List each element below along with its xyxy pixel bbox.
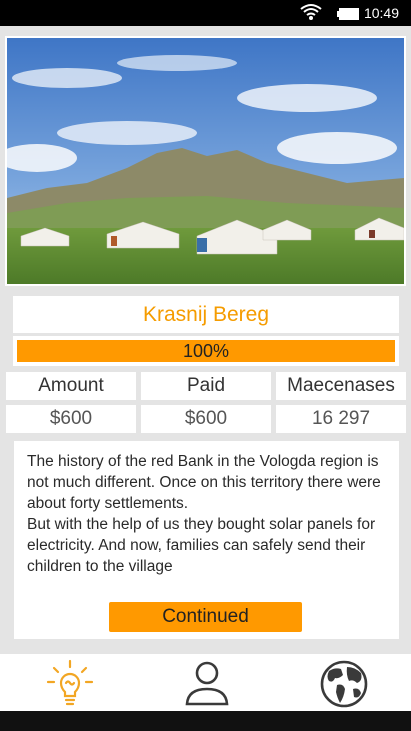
bottom-tab-bar bbox=[0, 654, 411, 711]
progress-track: 100% bbox=[17, 340, 395, 362]
description-card: The history of the red Bank in the Volog… bbox=[14, 441, 399, 639]
battery-icon bbox=[337, 7, 359, 25]
lightbulb-icon bbox=[46, 659, 94, 706]
project-title: Krasnij Bereg bbox=[13, 296, 399, 333]
status-bar: 10:49 bbox=[0, 0, 411, 26]
stat-header-amount: Amount bbox=[6, 372, 136, 400]
description-paragraph: The history of the red Bank in the Volog… bbox=[27, 453, 381, 512]
project-description: The history of the red Bank in the Volog… bbox=[27, 451, 389, 577]
project-stats: Amount Paid Maecenases $600 $600 16 297 bbox=[6, 372, 406, 434]
system-navigation-bar bbox=[0, 711, 411, 731]
stat-value-maecenases: 16 297 bbox=[276, 405, 406, 433]
user-icon bbox=[185, 661, 229, 706]
status-time: 10:49 bbox=[363, 5, 399, 21]
funding-progress-bar: 100% bbox=[13, 336, 399, 366]
stat-value-paid: $600 bbox=[141, 405, 271, 433]
wifi-icon bbox=[299, 2, 323, 27]
globe-icon bbox=[320, 660, 368, 708]
project-photo bbox=[5, 36, 406, 286]
continued-button[interactable]: Continued bbox=[109, 602, 302, 632]
stat-value-amount: $600 bbox=[6, 405, 136, 433]
tab-ideas[interactable] bbox=[0, 654, 137, 711]
stat-header-maecenases: Maecenases bbox=[276, 372, 406, 400]
description-paragraph: But with the help of us they bought sola… bbox=[27, 516, 376, 575]
stat-header-paid: Paid bbox=[141, 372, 271, 400]
progress-label: 100% bbox=[182, 341, 230, 361]
tab-profile[interactable] bbox=[137, 654, 274, 711]
tab-world[interactable] bbox=[274, 654, 411, 711]
